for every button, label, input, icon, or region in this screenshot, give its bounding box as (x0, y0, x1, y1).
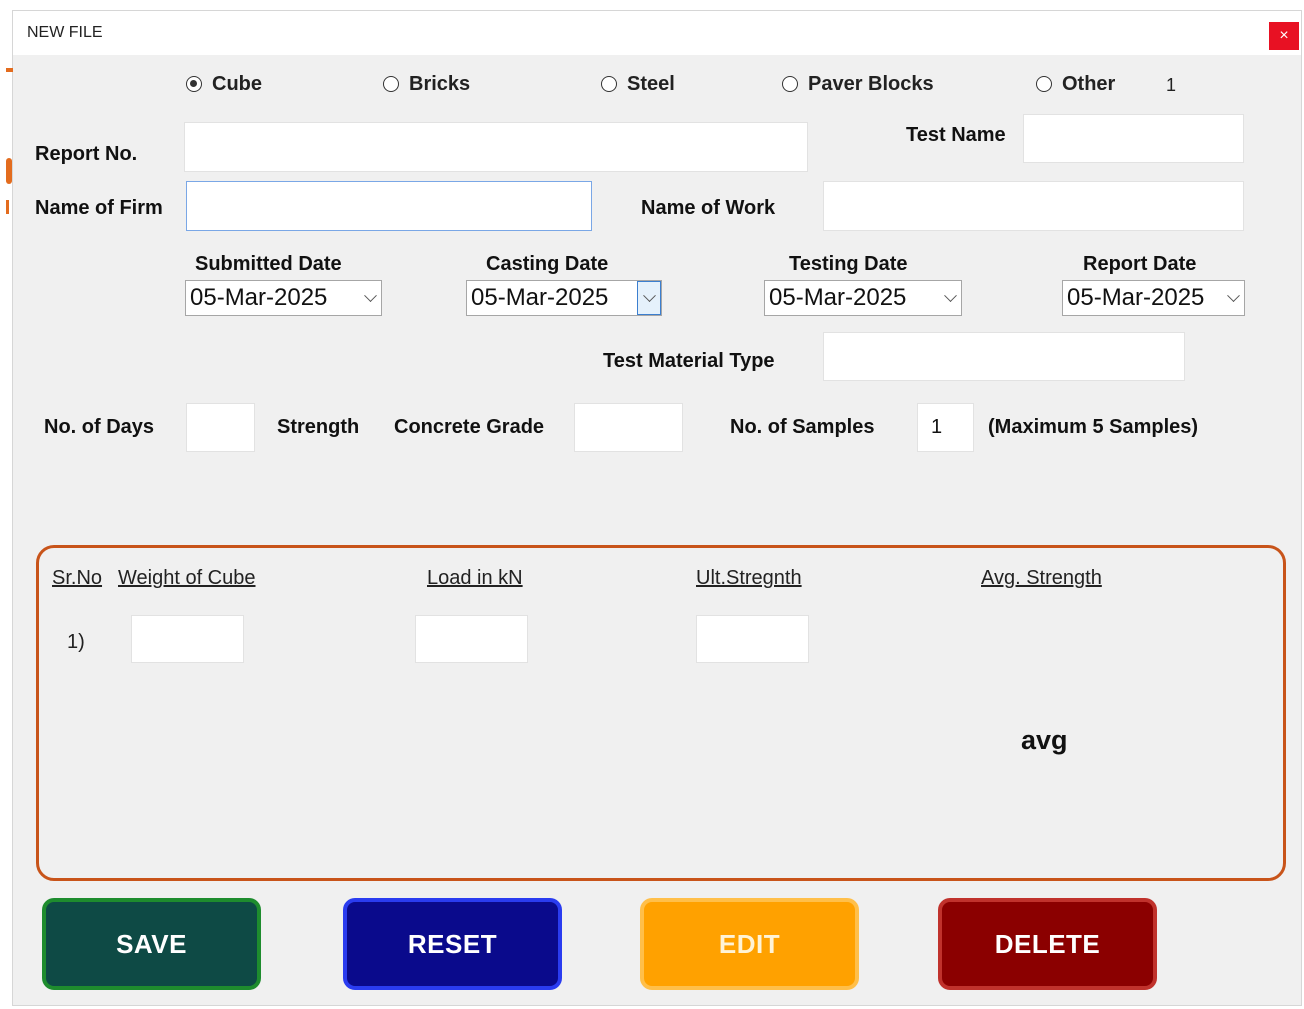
window-title: NEW FILE (27, 24, 103, 41)
radio-cube-label: Cube (212, 72, 262, 95)
test-name-label: Test Name (906, 124, 1006, 146)
row-index: 1) (67, 631, 85, 653)
save-button[interactable]: SAVE (42, 898, 261, 990)
report-date-value: 05-Mar-2025 (1067, 284, 1205, 311)
header-weight: Weight of Cube (118, 567, 256, 589)
concrete-grade-input[interactable] (574, 403, 683, 452)
radio-other-label: Other (1062, 72, 1116, 95)
test-material-type-label: Test Material Type (603, 350, 775, 372)
background-accent-mark (6, 68, 13, 72)
header-ult-strength: Ult.Stregnth (696, 567, 802, 589)
report-date-picker[interactable]: 05-Mar-2025 (1062, 280, 1245, 316)
submitted-date-value: 05-Mar-2025 (190, 284, 328, 311)
chevron-down-icon[interactable] (1222, 281, 1244, 315)
test-name-input[interactable] (1023, 114, 1244, 163)
report-no-label: Report No. (35, 143, 138, 165)
radio-paver-blocks-label: Paver Blocks (808, 72, 934, 95)
radio-cube[interactable]: Cube (186, 72, 262, 96)
firm-name-label: Name of Firm (35, 197, 163, 219)
no-of-samples-label: No. of Samples (730, 416, 875, 438)
chevron-down-icon[interactable] (637, 281, 661, 315)
testing-date-value: 05-Mar-2025 (769, 284, 907, 311)
firm-name-input[interactable] (186, 181, 592, 231)
no-of-samples-input[interactable]: 1 (917, 403, 974, 452)
header-avg-strength: Avg. Strength (981, 567, 1102, 589)
reset-button[interactable]: RESET (343, 898, 562, 990)
work-name-input[interactable] (823, 181, 1244, 231)
work-name-label: Name of Work (641, 197, 776, 219)
radio-bricks-label: Bricks (409, 72, 471, 95)
report-date-label: Report Date (1083, 253, 1197, 275)
avg-label: avg (1021, 725, 1068, 755)
background-accent-mark (6, 158, 12, 184)
testing-date-picker[interactable]: 05-Mar-2025 (764, 280, 962, 316)
submitted-date-label: Submitted Date (195, 253, 342, 275)
testing-date-label: Testing Date (789, 253, 908, 275)
weight-input[interactable] (131, 615, 244, 663)
report-no-input[interactable] (184, 122, 808, 172)
no-of-days-label: No. of Days (44, 416, 155, 438)
counter-label: 1 (1166, 75, 1177, 95)
radio-other[interactable]: Other (1036, 72, 1115, 96)
concrete-grade-label: Concrete Grade (394, 416, 545, 438)
header-load: Load in kN (427, 567, 523, 589)
delete-button[interactable]: DELETE (938, 898, 1157, 990)
no-of-samples-value: 1 (931, 416, 943, 438)
close-button[interactable]: × (1269, 22, 1299, 50)
title-bar (13, 11, 1301, 55)
casting-date-value: 05-Mar-2025 (471, 284, 609, 311)
radio-paver-blocks[interactable]: Paver Blocks (782, 72, 934, 96)
radio-circle-icon[interactable] (782, 76, 798, 92)
submitted-date-picker[interactable]: 05-Mar-2025 (185, 280, 382, 316)
background-accent-mark (6, 200, 9, 214)
radio-bricks[interactable]: Bricks (383, 72, 470, 96)
no-of-days-input[interactable] (186, 403, 255, 452)
edit-button[interactable]: EDIT (640, 898, 859, 990)
samples-panel (36, 545, 1286, 881)
chevron-down-icon[interactable] (939, 281, 961, 315)
radio-circle-icon[interactable] (383, 76, 399, 92)
chevron-down-icon[interactable] (359, 281, 381, 315)
test-material-type-input[interactable] (823, 332, 1185, 381)
ult-strength-input[interactable] (696, 615, 809, 663)
samples-note: (Maximum 5 Samples) (988, 416, 1199, 438)
radio-steel[interactable]: Steel (601, 72, 675, 96)
radio-steel-label: Steel (627, 72, 675, 95)
load-input[interactable] (415, 615, 528, 663)
strength-label: Strength (277, 416, 360, 438)
radio-circle-icon[interactable] (1036, 76, 1052, 92)
casting-date-picker[interactable]: 05-Mar-2025 (466, 280, 662, 316)
radio-circle-icon[interactable] (601, 76, 617, 92)
header-sr-no: Sr.No (52, 567, 103, 589)
radio-circle-icon[interactable] (186, 76, 202, 92)
casting-date-label: Casting Date (486, 253, 609, 275)
